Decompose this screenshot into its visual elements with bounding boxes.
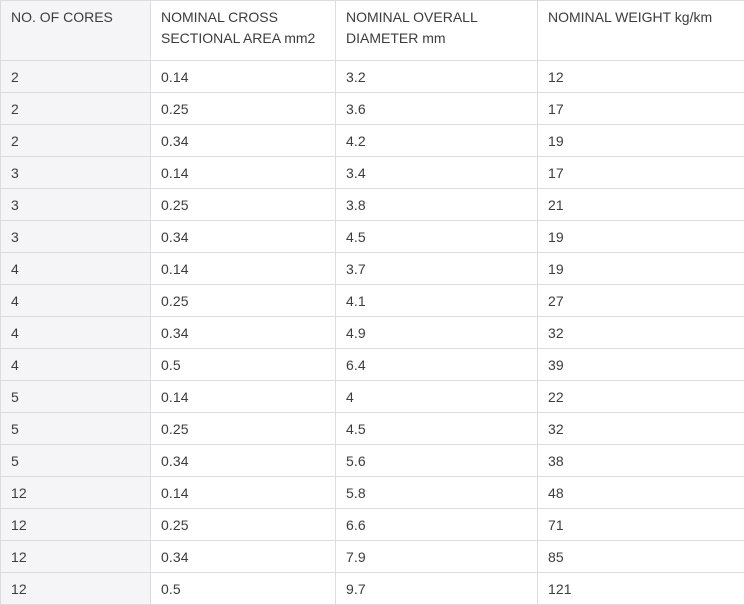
cell-cross-sectional-area: 0.34 [151,445,336,477]
cell-overall-diameter: 3.8 [336,189,538,221]
cell-overall-diameter: 7.9 [336,541,538,573]
table-row: 120.256.671 [1,509,744,541]
table-row: 120.59.7121 [1,573,744,605]
cell-no-of-cores: 4 [1,317,151,349]
cell-no-of-cores: 2 [1,125,151,157]
table-row: 20.344.219 [1,125,744,157]
cell-cross-sectional-area: 0.25 [151,509,336,541]
cell-cross-sectional-area: 0.25 [151,189,336,221]
table-row: 50.254.532 [1,413,744,445]
table-row: 20.143.212 [1,61,744,93]
table-row: 120.347.985 [1,541,744,573]
cell-cross-sectional-area: 0.34 [151,221,336,253]
cell-no-of-cores: 3 [1,157,151,189]
header-nominal-weight: NOMINAL WEIGHT kg/km [538,1,744,61]
cell-overall-diameter: 3.2 [336,61,538,93]
cell-nominal-weight: 39 [538,349,744,381]
table-row: 30.143.417 [1,157,744,189]
cell-nominal-weight: 19 [538,253,744,285]
cell-nominal-weight: 17 [538,157,744,189]
cell-cross-sectional-area: 0.25 [151,413,336,445]
cell-no-of-cores: 4 [1,285,151,317]
table-row: 40.254.127 [1,285,744,317]
table-row: 50.345.638 [1,445,744,477]
cell-cross-sectional-area: 0.34 [151,125,336,157]
cell-overall-diameter: 5.8 [336,477,538,509]
cell-nominal-weight: 32 [538,413,744,445]
cell-cross-sectional-area: 0.25 [151,93,336,125]
cell-cross-sectional-area: 0.14 [151,381,336,413]
cell-cross-sectional-area: 0.14 [151,477,336,509]
cell-nominal-weight: 21 [538,189,744,221]
cell-overall-diameter: 4.5 [336,413,538,445]
cell-no-of-cores: 5 [1,381,151,413]
table-row: 40.344.932 [1,317,744,349]
cable-spec-table: NO. OF CORES NOMINAL CROSS SECTIONAL ARE… [0,0,744,605]
header-cross-sectional-area: NOMINAL CROSS SECTIONAL AREA mm2 [151,1,336,61]
cell-cross-sectional-area: 0.34 [151,317,336,349]
cell-no-of-cores: 12 [1,509,151,541]
cell-no-of-cores: 3 [1,189,151,221]
cell-nominal-weight: 22 [538,381,744,413]
cell-overall-diameter: 3.6 [336,93,538,125]
table-row: 30.253.821 [1,189,744,221]
cell-overall-diameter: 4.5 [336,221,538,253]
table-row: 20.253.617 [1,93,744,125]
cell-no-of-cores: 12 [1,477,151,509]
cell-overall-diameter: 6.6 [336,509,538,541]
cell-overall-diameter: 4 [336,381,538,413]
header-row: NO. OF CORES NOMINAL CROSS SECTIONAL ARE… [1,1,744,61]
cell-nominal-weight: 71 [538,509,744,541]
table-body: 20.143.21220.253.61720.344.21930.143.417… [1,61,744,605]
cell-cross-sectional-area: 0.34 [151,541,336,573]
cell-nominal-weight: 19 [538,221,744,253]
cell-nominal-weight: 38 [538,445,744,477]
table-row: 120.145.848 [1,477,744,509]
cell-overall-diameter: 6.4 [336,349,538,381]
cell-cross-sectional-area: 0.14 [151,253,336,285]
cell-nominal-weight: 85 [538,541,744,573]
header-no-of-cores: NO. OF CORES [1,1,151,61]
cell-overall-diameter: 3.4 [336,157,538,189]
cell-no-of-cores: 2 [1,61,151,93]
table-header: NO. OF CORES NOMINAL CROSS SECTIONAL ARE… [1,1,744,61]
cell-no-of-cores: 4 [1,349,151,381]
table-row: 30.344.519 [1,221,744,253]
cell-nominal-weight: 12 [538,61,744,93]
cell-nominal-weight: 17 [538,93,744,125]
cell-overall-diameter: 5.6 [336,445,538,477]
cell-cross-sectional-area: 0.5 [151,349,336,381]
cell-cross-sectional-area: 0.14 [151,61,336,93]
cell-cross-sectional-area: 0.25 [151,285,336,317]
cell-nominal-weight: 19 [538,125,744,157]
table-row: 40.143.719 [1,253,744,285]
cell-overall-diameter: 4.1 [336,285,538,317]
cell-overall-diameter: 4.9 [336,317,538,349]
cell-nominal-weight: 121 [538,573,744,605]
cell-overall-diameter: 4.2 [336,125,538,157]
cell-no-of-cores: 2 [1,93,151,125]
cell-overall-diameter: 3.7 [336,253,538,285]
table-row: 50.14422 [1,381,744,413]
cell-cross-sectional-area: 0.14 [151,157,336,189]
cell-overall-diameter: 9.7 [336,573,538,605]
cell-no-of-cores: 12 [1,573,151,605]
cell-no-of-cores: 4 [1,253,151,285]
cell-no-of-cores: 12 [1,541,151,573]
cell-no-of-cores: 5 [1,413,151,445]
cell-cross-sectional-area: 0.5 [151,573,336,605]
cell-nominal-weight: 32 [538,317,744,349]
cell-no-of-cores: 3 [1,221,151,253]
header-overall-diameter: NOMINAL OVERALL DIAMETER mm [336,1,538,61]
cell-nominal-weight: 48 [538,477,744,509]
table-row: 40.56.439 [1,349,744,381]
cell-nominal-weight: 27 [538,285,744,317]
cell-no-of-cores: 5 [1,445,151,477]
